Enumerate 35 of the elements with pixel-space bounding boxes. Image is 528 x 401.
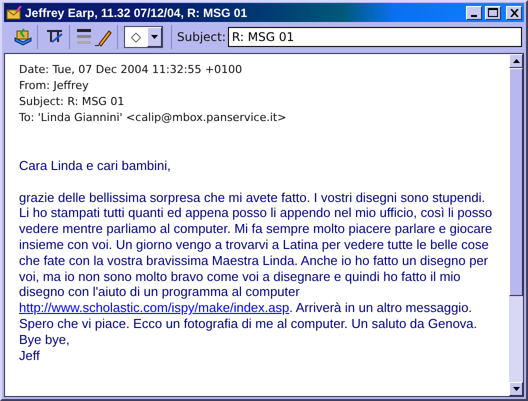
- close-icon: [510, 8, 518, 16]
- minimize-icon: [471, 14, 477, 16]
- message-line: grazie delle bellissima sorpresa che mi avete fatto. I vostri disegni sono stupendi.: [19, 190, 486, 206]
- envelope-icon: [6, 6, 22, 20]
- header-line: Subject: R: MSG 01: [19, 94, 126, 110]
- maximize-icon: [488, 8, 498, 17]
- header-line: To: 'Linda Giannini' <calip@mbox.panservice.it>: [19, 110, 288, 126]
- message-line: che fate con la vostra bravissima Maestra Linda. Anche io ho fatto un disegno per: [19, 252, 489, 269]
- message-line: http://www.scholastic.com/ispy/make/index.asp. Arriverà in un altro messaggio.: [19, 300, 474, 316]
- up-arrow-icon: [512, 59, 520, 63]
- message-line: Spero che vi piace. Ecco un fotografia di me al computer. Un saluto da Genova.: [19, 316, 478, 332]
- scrollbar[interactable]: [509, 54, 523, 396]
- priority-dropdown[interactable]: ◇: [124, 26, 163, 48]
- scroll-up-button[interactable]: [509, 54, 523, 68]
- message-line: insieme con voi. Un giorno vengo a trovarvi a Latina per vedere tutte le belle cose: [19, 236, 490, 253]
- message-line: Li ho stampati tutti quanti ed appena posso li appendo nel mio ufficio, così li posso: [19, 205, 494, 222]
- down-arrow-icon: [151, 35, 158, 39]
- scroll-thumb[interactable]: [509, 68, 523, 296]
- message-line: Jeff: [19, 348, 41, 364]
- close-button[interactable]: [506, 6, 522, 20]
- window-title: Jeffrey Earp, 11.32 07/12/04, R: MSG 01: [25, 6, 248, 20]
- subject-label: Subject:: [177, 30, 226, 44]
- scroll-down-button[interactable]: [509, 382, 523, 396]
- subject-field[interactable]: R: MSG 01: [228, 27, 522, 47]
- message-line: voi, ma io non sono molto bravo come voi a disegnare e quindi ho fatto il mio: [19, 268, 462, 284]
- message-line: Cara Linda e cari bambini,: [19, 158, 172, 174]
- message-line: disegno con l'aiuto di un programma al computer: [19, 284, 301, 300]
- message-line: vedere mentre parliamo al computer. Mi fa sempre molto piacere parlare e giocare: [19, 221, 494, 237]
- web-link[interactable]: http://www.scholastic.com/ispy/make/index.asp: [19, 300, 290, 316]
- down-arrow-icon: [512, 387, 520, 391]
- header-line: Date: Tue, 07 Dec 2004 11:32:55 +0100: [19, 62, 244, 78]
- header-line: From: Jeffrey: [19, 78, 90, 94]
- message-line: Bye bye,: [19, 332, 71, 348]
- minimize-button[interactable]: [466, 6, 482, 20]
- maximize-button[interactable]: [485, 6, 501, 20]
